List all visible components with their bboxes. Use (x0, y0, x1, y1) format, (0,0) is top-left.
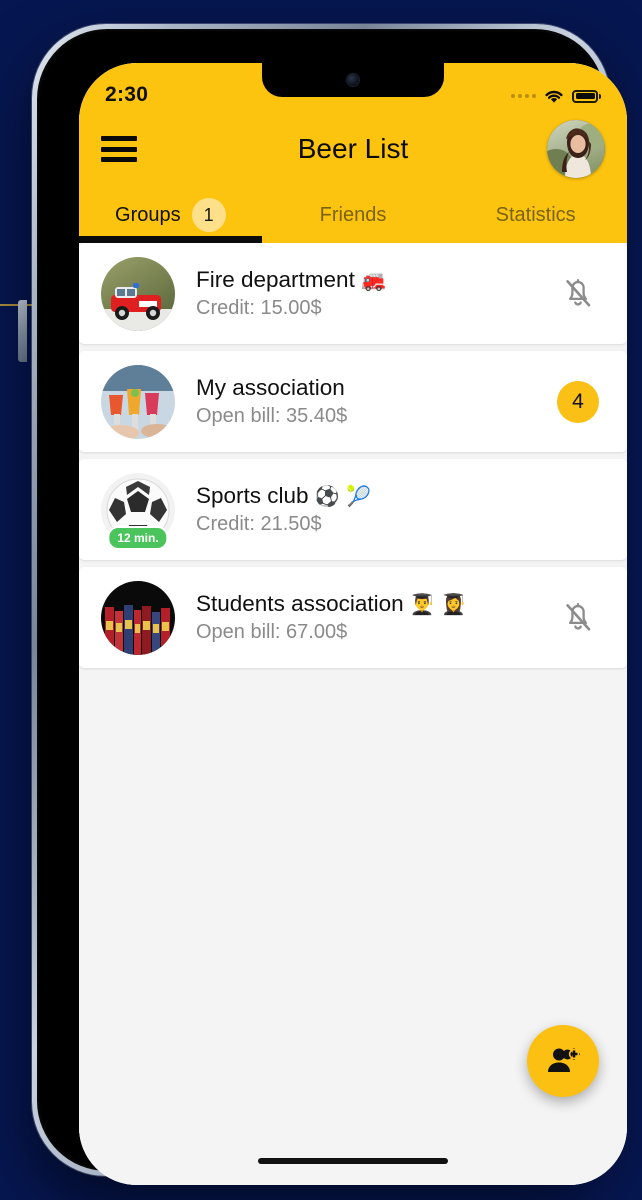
bell-off-icon[interactable] (563, 278, 593, 310)
list-item-trailing[interactable] (555, 602, 601, 634)
tab-friends-label: Friends (319, 203, 387, 226)
unread-count-badge: 4 (557, 380, 599, 423)
app-bar: Beer List (79, 111, 627, 187)
group-avatar (101, 256, 175, 331)
front-camera-icon (347, 74, 359, 86)
activity-time-badge: 12 min. (107, 525, 169, 550)
tab-friends[interactable]: Friends (262, 187, 445, 243)
group-name-emoji: ⚽ 🎾 (314, 484, 371, 508)
tab-statistics[interactable]: Statistics (444, 187, 627, 243)
list-item[interactable]: Students association 👨‍🎓 👩‍🎓 Open bill: … (79, 567, 627, 668)
battery-full-icon (572, 89, 601, 103)
group-list[interactable]: Fire department 🚒 Credit: 15.00$ My asso… (79, 243, 627, 1185)
tab-statistics-label: Statistics (495, 203, 576, 226)
group-name-text: Sports club (196, 483, 309, 508)
list-item[interactable]: Fire department 🚒 Credit: 15.00$ (79, 243, 627, 344)
list-item-trailing[interactable]: 4 (555, 380, 601, 423)
app-root: 2:30 Beer List Groups 1 Friends Statisti… (79, 63, 627, 1185)
group-name: Sports club ⚽ 🎾 (196, 483, 555, 509)
group-name-text: Fire department (196, 267, 355, 292)
volume-button[interactable] (18, 300, 27, 362)
hamburger-menu-icon[interactable] (101, 136, 137, 162)
group-name-emoji: 🚒 (361, 268, 386, 292)
group-info: Sports club ⚽ 🎾 Credit: 21.50$ (196, 483, 555, 536)
bell-off-icon[interactable] (563, 602, 593, 634)
add-group-icon (548, 1048, 580, 1072)
group-name-emoji: 👨‍🎓 👩‍🎓 (409, 592, 467, 616)
group-subtitle: Open bill: 67.00$ (196, 621, 348, 643)
tab-groups[interactable]: Groups 1 (79, 187, 262, 243)
phone-screen: 2:30 Beer List Groups 1 Friends Statisti… (79, 63, 627, 1185)
group-info: My association Open bill: 35.40$ (196, 375, 555, 428)
list-item-trailing[interactable] (555, 278, 601, 310)
list-item[interactable]: My association Open bill: 35.40$ 4 (79, 351, 627, 452)
page-title: Beer List (297, 133, 409, 164)
user-avatar[interactable] (547, 120, 605, 178)
home-indicator (258, 1158, 448, 1164)
wifi-icon (545, 90, 563, 103)
group-subtitle: Credit: 15.00$ (196, 297, 322, 319)
group-name: Students association 👨‍🎓 👩‍🎓 (196, 591, 555, 617)
group-subtitle: Open bill: 35.40$ (196, 405, 348, 427)
group-avatar (101, 364, 175, 439)
status-bar-clock: 2:30 (105, 83, 149, 106)
signal-dots-icon (511, 94, 536, 98)
group-info: Students association 👨‍🎓 👩‍🎓 Open bill: … (196, 591, 555, 644)
tab-bar: Groups 1 Friends Statistics (79, 187, 627, 243)
tab-groups-badge: 1 (191, 198, 226, 232)
group-info: Fire department 🚒 Credit: 15.00$ (196, 267, 555, 320)
phone-frame: 2:30 Beer List Groups 1 Friends Statisti… (32, 24, 627, 1185)
group-avatar (101, 580, 175, 655)
group-name: Fire department 🚒 (196, 267, 555, 293)
add-group-button[interactable] (527, 1025, 599, 1097)
group-name-text: Students association (196, 591, 404, 616)
status-bar-icons (511, 88, 601, 107)
group-name-text: My association (196, 375, 345, 400)
group-subtitle: Credit: 21.50$ (196, 513, 322, 535)
screenshot-stage: 2:30 Beer List Groups 1 Friends Statisti… (0, 0, 642, 1200)
group-name: My association (196, 375, 555, 401)
list-item[interactable]: 12 min. Sports club ⚽ 🎾 Credit: 21.50$ (79, 459, 627, 560)
tab-groups-label: Groups (115, 203, 181, 226)
group-avatar: 12 min. (101, 472, 175, 550)
